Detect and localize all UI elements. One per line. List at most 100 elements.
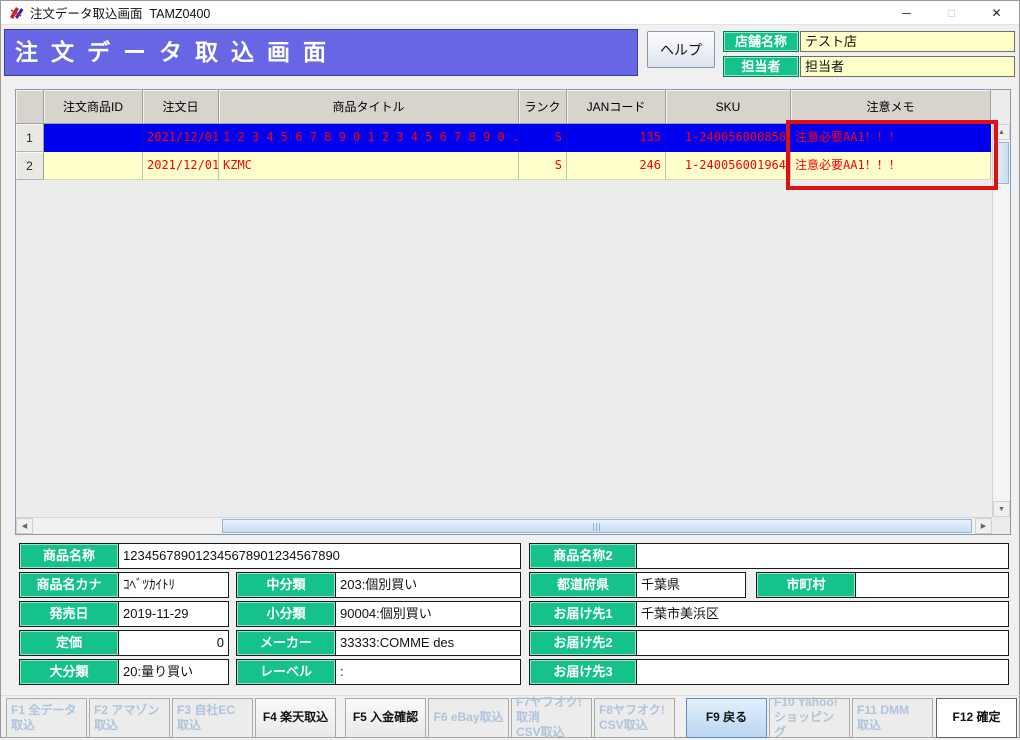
prefecture-label: 都道府県 — [530, 573, 637, 597]
scroll-right-icon[interactable]: ▶ — [975, 518, 992, 534]
cell-sku: 1-240056000858 — [666, 124, 791, 152]
cell-order-date: 2021/12/01 — [143, 124, 219, 152]
cell-rank: S — [519, 124, 567, 152]
scroll-left-icon[interactable]: ◀ — [16, 518, 33, 534]
product-kana-field[interactable]: ｺﾍﾞﾂｶｲﾄﾘ — [119, 573, 228, 597]
middle-category-field[interactable]: 203:個別買い — [336, 573, 520, 597]
field-product-kana: 商品名カナ ｺﾍﾞﾂｶｲﾄﾘ — [19, 572, 229, 598]
cell-memo: 注意必要AA1！！！ — [791, 124, 991, 152]
cell-product-title: KZMC — [219, 152, 519, 180]
col-header-jan-code[interactable]: JANコード — [567, 90, 666, 124]
cell-memo: 注意必要AA1！！！ — [791, 152, 991, 180]
fkey-f9-back-button[interactable]: F9 戻る — [686, 698, 767, 738]
window-code: TAMZ0400 — [149, 7, 210, 21]
row-number[interactable]: 1 — [16, 124, 44, 152]
horizontal-scrollbar[interactable]: ◀ ▶ — [16, 517, 992, 534]
product-name-label: 商品名称 — [20, 544, 119, 568]
address2-field[interactable] — [637, 631, 1008, 655]
table-row[interactable]: 1 2021/12/01 1 2 3 4 5 6 7 8 9 0 1 2 3 4… — [16, 124, 991, 152]
product-kana-label: 商品名カナ — [20, 573, 119, 597]
field-small-category: 小分類 90004:個別買い — [236, 601, 521, 627]
fkey-f4-rakuten-import[interactable]: F4 楽天取込 — [255, 698, 336, 738]
list-price-label: 定価 — [20, 631, 119, 655]
product-name-field[interactable]: 123456789012345678901234567890 — [119, 544, 520, 568]
fkey-f6-ebay-import: F6 eBay取込 — [428, 698, 509, 738]
fkey-f3-own-ec-import: F3 自社EC 取込 — [172, 698, 253, 738]
field-city: 市町村 — [756, 572, 1009, 598]
field-product-name2: 商品名称2 — [529, 543, 1009, 569]
release-date-label: 発売日 — [20, 602, 119, 626]
field-product-name: 商品名称 123456789012345678901234567890 — [19, 543, 521, 569]
grid-header-row: 注文商品ID 注文日 商品タイトル ランク JANコード SKU 注意メモ — [16, 90, 991, 124]
col-header-product-title[interactable]: 商品タイトル — [219, 90, 519, 124]
fkey-f10-yahoo-shopping: F10 Yahoo! ショッピング — [769, 698, 850, 738]
product-name2-field[interactable] — [637, 544, 1008, 568]
large-category-label: 大分類 — [20, 660, 119, 684]
address3-field[interactable] — [637, 660, 1008, 684]
maximize-button[interactable]: □ — [929, 1, 974, 24]
store-name-label: 店舗名称 — [723, 31, 799, 52]
grid-corner-cell — [16, 90, 44, 124]
table-row[interactable]: 2 2021/12/01 KZMC S 246 1-240056001964 注… — [16, 152, 991, 180]
scroll-down-icon[interactable]: ▼ — [993, 501, 1010, 517]
address3-label: お届け先3 — [530, 660, 637, 684]
label-name-label: レーベル — [237, 660, 336, 684]
maker-field[interactable]: 33333:COMME des — [336, 631, 520, 655]
col-header-sku[interactable]: SKU — [666, 90, 791, 124]
field-large-category: 大分類 20:量り買い — [19, 659, 229, 685]
close-button[interactable]: ✕ — [974, 1, 1019, 24]
prefecture-field[interactable]: 千葉県 — [637, 573, 745, 597]
col-header-memo[interactable]: 注意メモ — [791, 90, 991, 124]
app-window: 注文データ取込画面 TAMZ0400 ─ □ ✕ 注文データ取込画面 ヘルプ 店… — [0, 0, 1020, 738]
store-name-field[interactable]: テスト店 — [800, 31, 1015, 52]
field-address2: お届け先2 — [529, 630, 1009, 656]
function-key-bar: F1 全データ 取込 F2 アマゾン 取込 F3 自社EC 取込 F4 楽天取込… — [1, 695, 1020, 739]
large-category-field[interactable]: 20:量り買い — [119, 660, 228, 684]
window-title: 注文データ取込画面 TAMZ0400 — [30, 3, 210, 22]
col-header-order-id[interactable]: 注文商品ID — [44, 90, 143, 124]
maker-label: メーカー — [237, 631, 336, 655]
fkey-f8-yafuoku-csv: F8ヤフオク! CSV取込 — [594, 698, 675, 738]
release-date-field[interactable]: 2019-11-29 — [119, 602, 228, 626]
fkey-f5-payment-check[interactable]: F5 入金確認 — [345, 698, 426, 738]
row-number[interactable]: 2 — [16, 152, 44, 180]
field-release-date: 発売日 2019-11-29 — [19, 601, 229, 627]
col-header-rank[interactable]: ランク — [519, 90, 567, 124]
horizontal-scrollbar-thumb[interactable] — [222, 519, 972, 533]
field-list-price: 定価 0 — [19, 630, 229, 656]
cell-jan-code: 246 — [567, 152, 666, 180]
field-middle-category: 中分類 203:個別買い — [236, 572, 521, 598]
order-grid: 注文商品ID 注文日 商品タイトル ランク JANコード SKU 注意メモ 1 … — [15, 89, 1011, 535]
small-category-label: 小分類 — [237, 602, 336, 626]
titlebar: 注文データ取込画面 TAMZ0400 ─ □ ✕ — [1, 1, 1019, 25]
col-header-order-date[interactable]: 注文日 — [143, 90, 219, 124]
minimize-button[interactable]: ─ — [884, 1, 929, 24]
scroll-up-icon[interactable]: ▲ — [993, 124, 1010, 140]
city-field[interactable] — [856, 573, 1008, 597]
address2-label: お届け先2 — [530, 631, 637, 655]
list-price-field[interactable]: 0 — [119, 631, 228, 655]
window-title-text: 注文データ取込画面 — [30, 7, 143, 21]
cell-jan-code: 135 — [567, 124, 666, 152]
field-prefecture: 都道府県 千葉県 — [529, 572, 746, 598]
person-label: 担当者 — [723, 56, 799, 77]
label-name-field[interactable]: : — [336, 660, 520, 684]
fkey-f2-amazon-import: F2 アマゾン 取込 — [89, 698, 170, 738]
help-button[interactable]: ヘルプ — [647, 31, 715, 68]
fkey-f1-all-data-import: F1 全データ 取込 — [6, 698, 87, 738]
small-category-field[interactable]: 90004:個別買い — [336, 602, 520, 626]
cell-sku: 1-240056001964 — [666, 152, 791, 180]
middle-category-label: 中分類 — [237, 573, 336, 597]
fkey-f12-confirm-button[interactable]: F12 確定 — [936, 698, 1017, 738]
app-icon — [8, 5, 24, 21]
field-label-name: レーベル : — [236, 659, 521, 685]
field-maker: メーカー 33333:COMME des — [236, 630, 521, 656]
person-field[interactable]: 担当者 — [800, 56, 1015, 77]
vertical-scrollbar-thumb[interactable] — [994, 142, 1009, 184]
address1-field[interactable]: 千葉市美浜区 — [637, 602, 1008, 626]
vertical-scrollbar[interactable]: ▲ ▼ — [992, 124, 1010, 517]
field-address3: お届け先3 — [529, 659, 1009, 685]
scrollbar-grip — [593, 523, 602, 531]
cell-order-date: 2021/12/01 — [143, 152, 219, 180]
fkey-f11-dmm-import: F11 DMM 取込 — [852, 698, 933, 738]
